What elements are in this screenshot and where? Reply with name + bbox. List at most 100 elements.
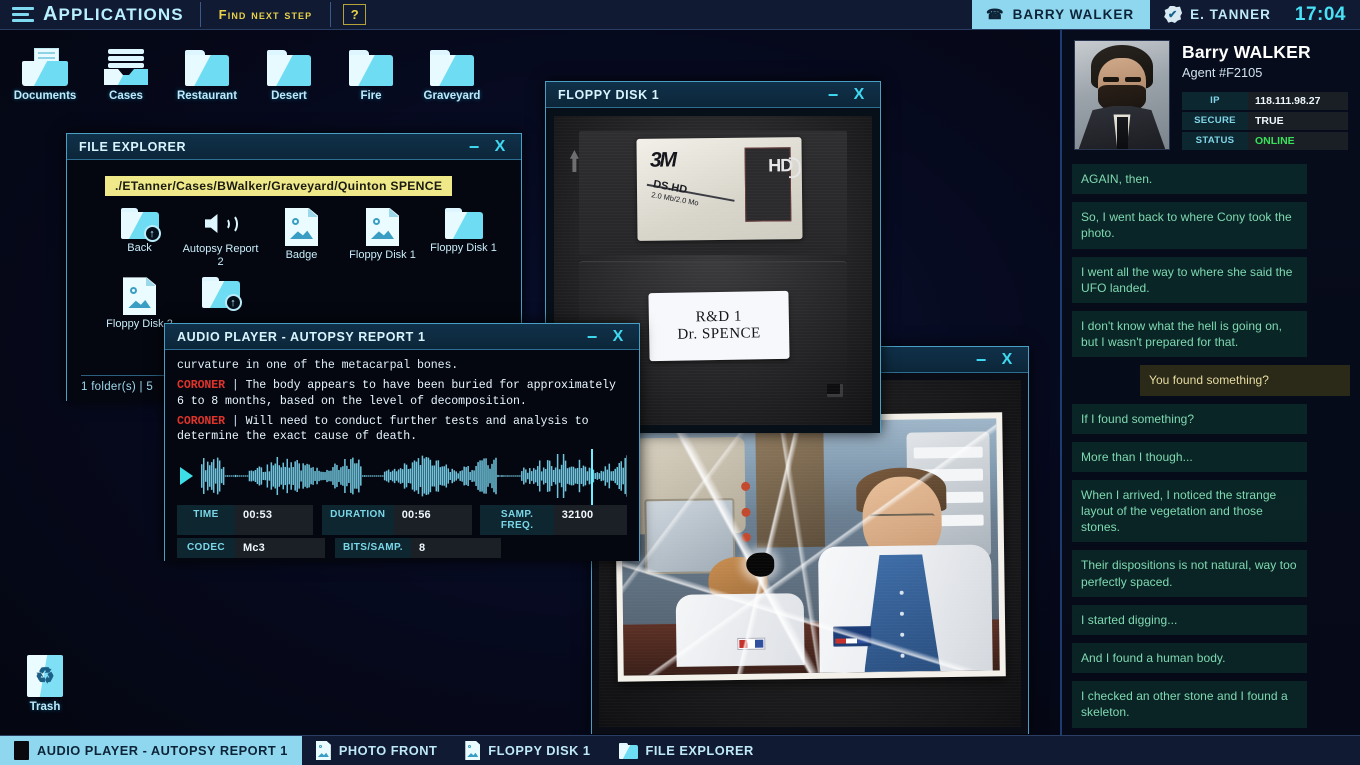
folder-icon — [430, 50, 474, 86]
taskbar-item-label: AUDIO PLAYER - AUTOPSY REPORT 1 — [37, 743, 288, 758]
taskbar-item-file-explorer[interactable]: FILE EXPLORER — [605, 736, 768, 765]
contact-identity: Barry WALKER Agent #F2105 IP 118.111.98.… — [1182, 40, 1348, 152]
bits-value: 8 — [410, 538, 501, 559]
floppy-format: DS.HD 2.0 Mb/2.0 Mo — [650, 177, 699, 207]
audio-player-window[interactable]: AUDIO PLAYER - AUTOPSY REPORT 1 − X curv… — [164, 323, 640, 561]
lab-shelf — [755, 430, 826, 548]
contact-name: Barry WALKER — [1182, 42, 1311, 62]
playhead-cursor[interactable] — [590, 449, 593, 506]
photo-person-assistant — [675, 556, 805, 667]
file-explorer-title-bar[interactable]: FILE EXPLORER − X — [67, 134, 521, 160]
codec-value: Mc3 — [235, 538, 325, 559]
image-file-icon — [285, 208, 318, 246]
desktop-icon-trash[interactable]: ♻ Trash — [2, 655, 88, 713]
desktop-icon-label: Trash — [29, 701, 61, 713]
audio-window-icon — [14, 741, 29, 760]
photo-print — [614, 411, 1006, 682]
lab-knob — [742, 532, 752, 542]
file-item-label: Floppy Disk 2 — [106, 318, 173, 331]
duration-key: DURATION — [321, 505, 394, 536]
stat-key: SECURE — [1182, 112, 1248, 130]
minimize-button[interactable]: − — [461, 135, 487, 159]
folder-icon — [618, 742, 638, 759]
close-button[interactable]: X — [846, 83, 872, 107]
find-next-step-button[interactable]: Find next step — [201, 0, 331, 29]
file-item-back[interactable]: ↑ Back — [99, 208, 180, 269]
minimize-button[interactable]: − — [579, 325, 605, 349]
floppy-write-protect-notch — [827, 384, 844, 398]
time-value: 00:53 — [235, 505, 314, 536]
photo-person-doctor — [816, 453, 993, 673]
desktop-icon-graveyard[interactable]: Graveyard — [409, 50, 495, 102]
window-title: AUDIO PLAYER - AUTOPSY REPORT 1 — [177, 329, 426, 344]
image-file-icon — [366, 208, 399, 246]
metadata-row: CODEC Mc3 BITS/SAMP. 8 — [177, 538, 627, 559]
floppy-brand: 3M — [649, 148, 675, 172]
stat-value: 118.111.98.27 — [1248, 92, 1348, 110]
desktop-icon-restaurant[interactable]: Restaurant — [164, 50, 250, 102]
cases-tray-icon — [104, 48, 148, 86]
photo-burn-hole — [746, 552, 775, 577]
chat-message: I checked an other stone and I found a s… — [1072, 681, 1307, 728]
desktop-icon-fire[interactable]: Fire — [328, 50, 414, 102]
lab-knob — [741, 481, 751, 492]
folder-icon — [267, 50, 311, 86]
close-button[interactable]: X — [487, 135, 513, 159]
desktop-icon-cases[interactable]: Cases — [83, 48, 169, 102]
help-button[interactable]: ? — [343, 4, 367, 25]
floppy-disk-title-bar[interactable]: FLOPPY DISK 1 − X — [546, 82, 880, 108]
floppy-label-writebox — [743, 147, 791, 221]
folder-up-icon: ↑ — [120, 208, 161, 242]
lab-equipment — [631, 436, 746, 534]
transcript-speaker: CORONER — [177, 414, 226, 428]
file-item-autopsy-report-2[interactable]: Autopsy Report 2 — [180, 208, 261, 269]
applications-button[interactable]: Applications — [0, 0, 200, 29]
chat-log: AGAIN, then. So, I went back to where Co… — [1062, 158, 1360, 735]
desktop-icon-documents[interactable]: Documents — [2, 48, 88, 102]
close-button[interactable]: X — [605, 325, 631, 349]
bits-key: BITS/SAMP. — [335, 538, 411, 559]
taskbar-item-audio-player[interactable]: AUDIO PLAYER - AUTOPSY REPORT 1 — [0, 736, 302, 765]
divider — [330, 2, 332, 27]
file-item-badge[interactable]: Badge — [261, 208, 342, 269]
file-item-label: Floppy Disk 1 — [349, 249, 416, 261]
folder-icon — [444, 208, 483, 239]
path-breadcrumb[interactable]: ./ETanner/Cases/BWalker/Graveyard/Quinto… — [105, 176, 453, 196]
top-bar-spacer — [378, 0, 972, 29]
audio-waveform[interactable] — [201, 449, 627, 506]
handlabel-line-2: Dr. SPENCE — [677, 325, 762, 343]
folder-icon — [349, 50, 393, 86]
chat-message: If I found something? — [1072, 403, 1307, 434]
chat-message: More than I though... — [1072, 441, 1307, 472]
phone-icon: ☎ — [985, 6, 1004, 22]
file-item-label: Back — [127, 242, 152, 254]
taskbar-item-photo-front[interactable]: PHOTO FRONT — [302, 736, 451, 765]
taskbar-item-label: PHOTO FRONT — [338, 743, 438, 758]
transcript-line: CORONER | Will need to conduct further t… — [177, 414, 589, 444]
file-item-label: Autopsy Report 2 — [182, 243, 259, 269]
agent-tab-e-tanner[interactable]: E. TANNER — [1150, 0, 1289, 29]
floppy-insert-arrow-icon — [569, 149, 579, 172]
play-icon[interactable] — [180, 467, 193, 486]
floppy-printed-label: 3M DS.HD 2.0 Mb/2.0 Mo HD — [636, 136, 803, 241]
close-button[interactable]: X — [994, 348, 1020, 372]
floppy-hd-mark: HD — [767, 155, 792, 176]
stat-row-ip: IP 118.111.98.27 — [1182, 92, 1348, 110]
audio-player-title-bar[interactable]: AUDIO PLAYER - AUTOPSY REPORT 1 − X — [165, 324, 639, 350]
chat-message: And I found a human body. — [1072, 643, 1307, 674]
metadata-row: TIME 00:53 DURATION 00:56 SAMP. FREQ. 32… — [177, 505, 628, 536]
samp-freq-key: SAMP. FREQ. — [480, 505, 554, 536]
lab-cabinet — [906, 430, 991, 558]
minimize-button[interactable]: − — [820, 83, 846, 107]
file-item-floppy-disk-1-image[interactable]: Floppy Disk 1 — [342, 208, 423, 269]
desktop-icon-label: Cases — [109, 90, 143, 102]
contact-tab-barry-walker[interactable]: ☎ BARRY WALKER — [972, 0, 1151, 29]
desktop-icon-label: Fire — [360, 90, 382, 102]
taskbar-item-floppy-disk-1[interactable]: FLOPPY DISK 1 — [451, 736, 604, 765]
desktop-icon-label: Desert — [271, 90, 307, 102]
minimize-button[interactable]: − — [968, 348, 994, 372]
file-item-floppy-disk-1-folder[interactable]: Floppy Disk 1 — [423, 208, 504, 269]
waveform-graphic — [201, 454, 627, 499]
lab-monitor — [643, 497, 736, 575]
desktop-icon-desert[interactable]: Desert — [246, 50, 332, 102]
